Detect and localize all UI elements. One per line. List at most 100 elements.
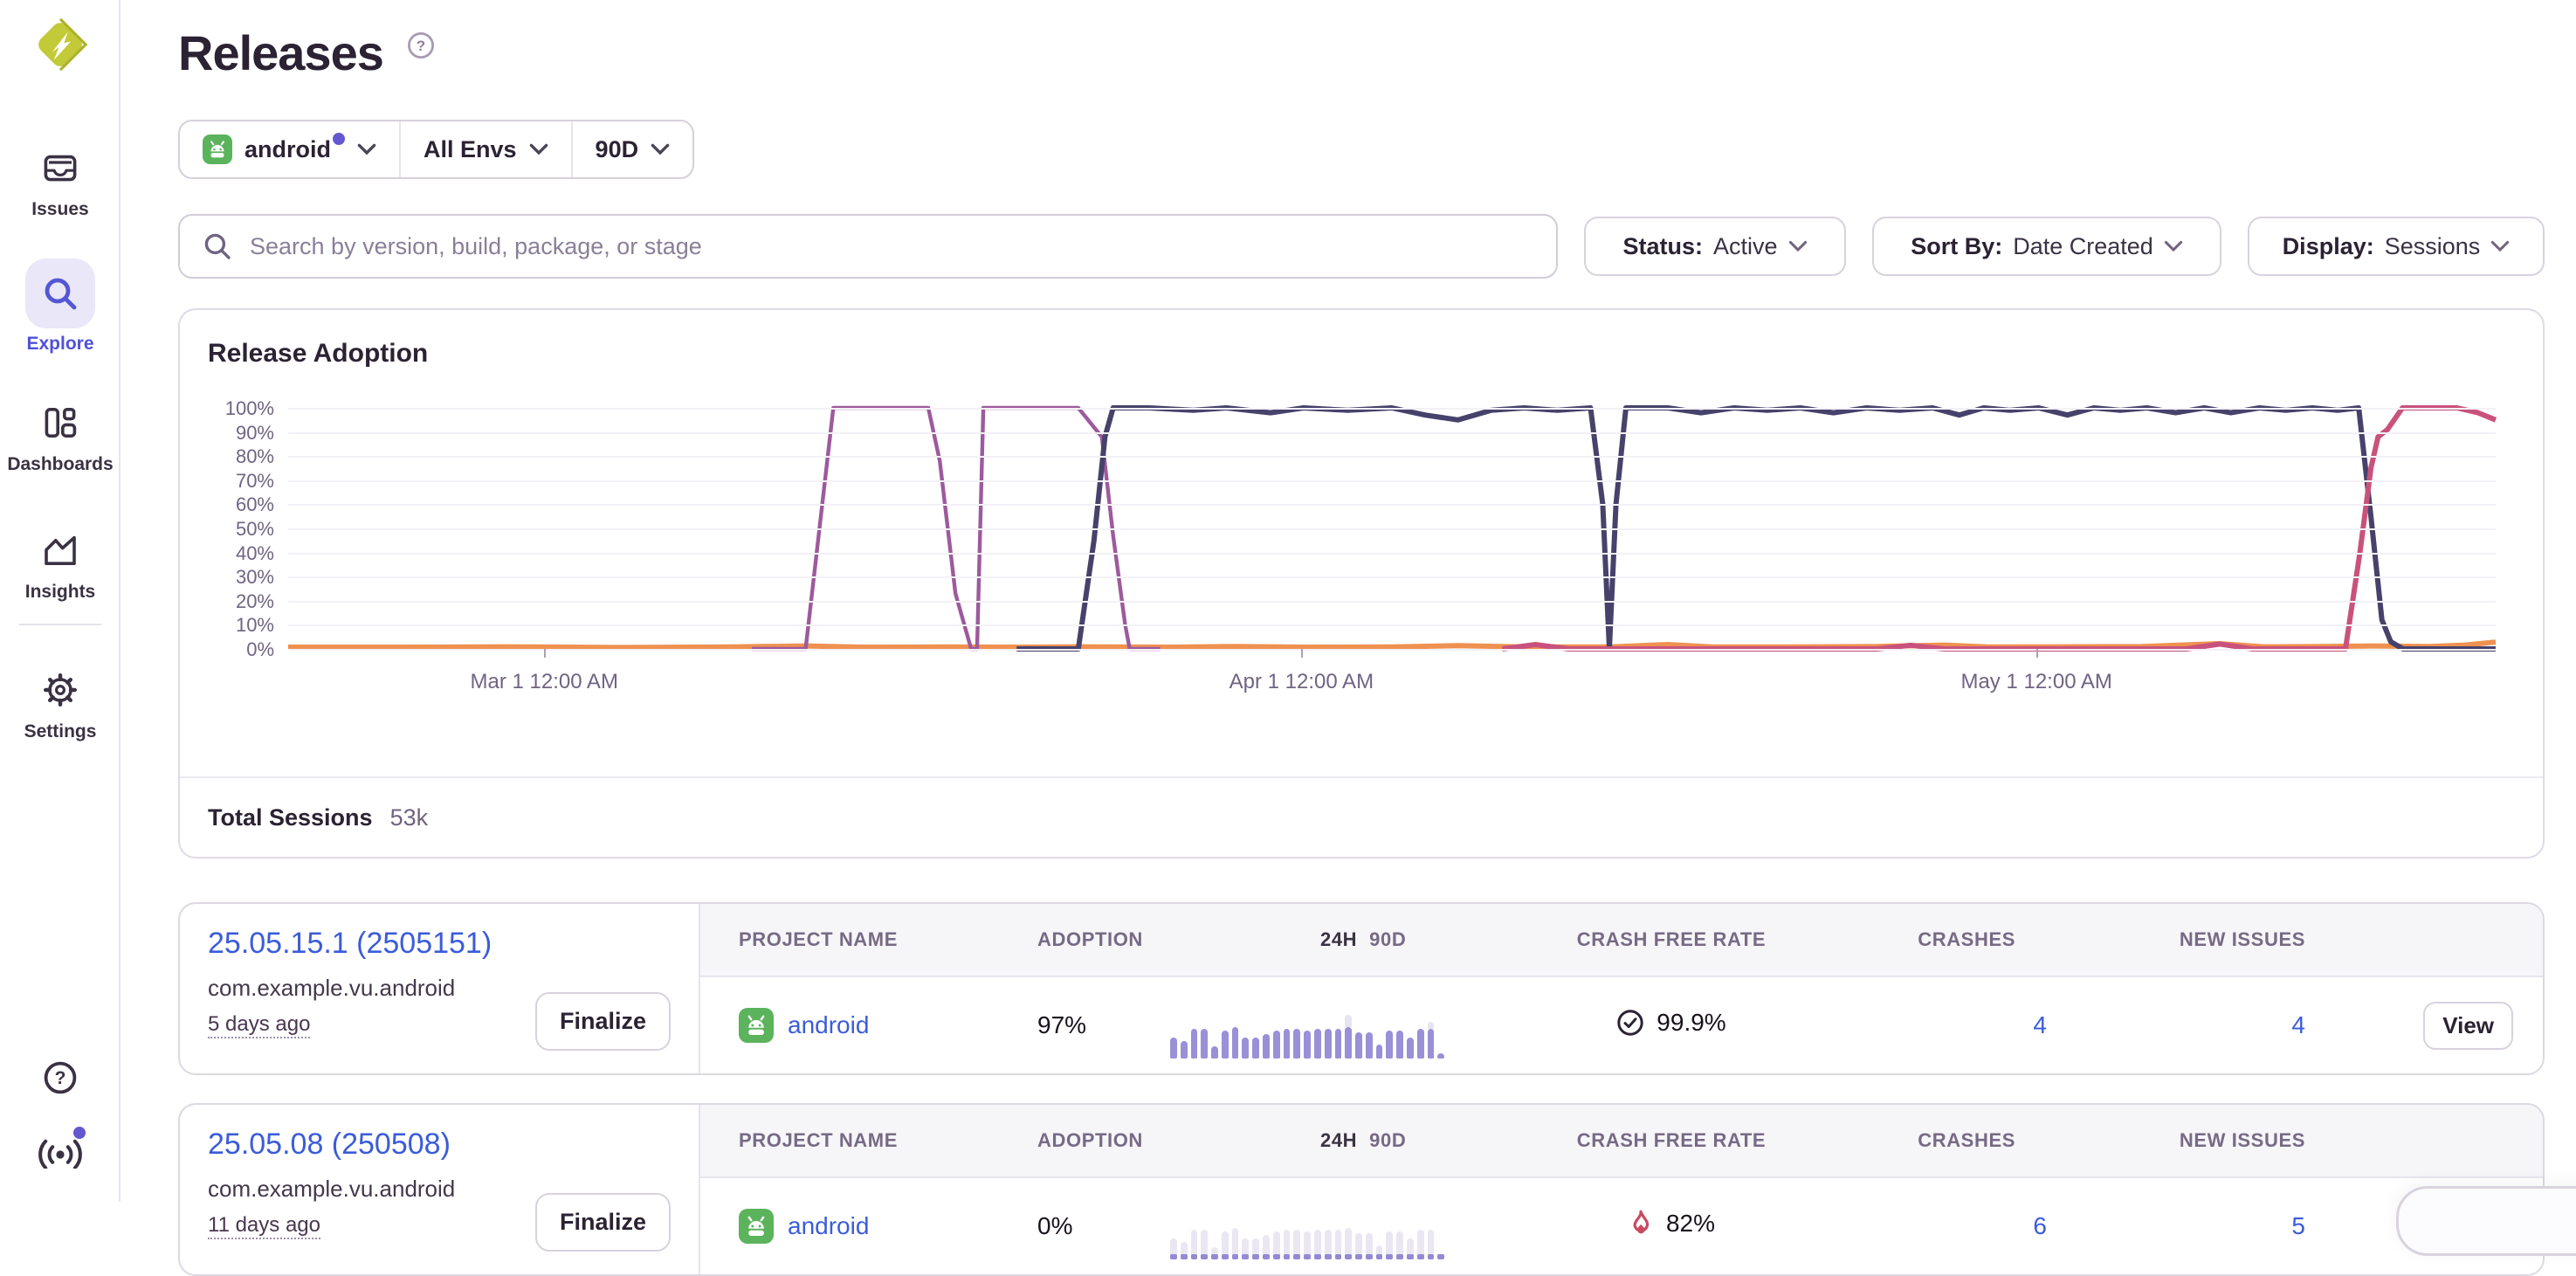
sparkline-bar [1304,1031,1311,1059]
col-crashes: CRASHES [1837,928,2064,951]
sparkline-bar [1407,1038,1414,1059]
y-gridline [288,601,2496,603]
environment-selector[interactable]: All Envs [399,121,571,177]
col-adoption: ADOPTION [1016,928,1170,951]
y-gridline [288,456,2496,458]
chart-title: Release Adoption [180,310,2543,373]
sort-by-dropdown-label: Sort By: [1911,233,2002,260]
sparkline-bar [1273,1031,1280,1059]
sparkline-bar [1345,1027,1352,1059]
project-selector[interactable]: android [180,121,399,177]
release-version-link[interactable]: 25.05.15.1 (2505151) [208,927,492,961]
sidebar-item-insights[interactable]: Insights [0,531,121,603]
release-version-link[interactable]: 25.05.08 (250508) [208,1128,451,1162]
chevron-down-icon [1788,240,1808,252]
release-table-row: android 0% 82% 6 5 View [700,1178,2543,1274]
page-help-button[interactable]: ? [407,31,435,66]
svg-text:?: ? [55,1068,66,1088]
search-input[interactable] [178,214,1558,279]
sparkline-bar [1437,1053,1444,1059]
sort-by-dropdown-value: Date Created [2013,233,2153,260]
col-crash-free-rate: CRASH FREE RATE [1505,1129,1837,1152]
sidebar-item-explore[interactable]: Explore [0,259,121,355]
release-age: 11 days ago [208,1213,320,1239]
finalize-button[interactable]: Finalize [535,1193,671,1252]
sidebar-item-issues[interactable]: Issues [0,148,121,220]
x-axis-tick-label: Mar 1 12:00 AM [422,670,666,694]
col-project-name: PROJECT NAME [700,928,1016,951]
release-table-header: PROJECT NAME ADOPTION 24H90D CRASH FREE … [700,1105,2543,1178]
status-dropdown[interactable]: Status: Active [1584,217,1846,276]
gear-icon [41,671,79,709]
explore-selected-pill [25,259,95,328]
sparkline-bar [1376,1245,1383,1259]
status-dropdown-value: Active [1713,233,1778,260]
notification-dot [73,1127,86,1139]
release-table-header: PROJECT NAME ADOPTION 24H90D CRASH FREE … [700,904,2543,977]
release-card: 25.05.08 (250508) com.example.vu.android… [178,1103,2545,1276]
android-project-icon [203,134,232,164]
col-24h-90d: 24H90D [1170,928,1505,951]
y-axis-tick-label: 40% [187,542,274,565]
y-gridline [288,624,2496,626]
page-title: Releases [178,24,383,81]
floating-widget-cutoff[interactable] [2396,1186,2576,1256]
y-axis-tick-label: 20% [187,590,274,613]
sparkline-bar [1284,1029,1291,1059]
sparkline-bar [1201,1029,1208,1059]
sidebar-divider [19,624,101,625]
new-issues-link[interactable]: 4 [2064,1011,2326,1039]
crashes-link[interactable]: 6 [1837,1212,2064,1240]
sparkline-bar [1314,1230,1321,1259]
y-gridline [288,576,2496,578]
display-dropdown-label: Display: [2283,233,2374,260]
adoption-chart[interactable]: 100%90%80%70%60%50%40%30%20%10%0%Mar 1 1… [288,408,2496,649]
project-link[interactable]: android [788,1011,869,1039]
search-icon [39,272,81,314]
svg-text:?: ? [417,38,425,54]
finalize-button[interactable]: Finalize [535,992,671,1051]
sparkline-bar [1222,1231,1229,1259]
sparkline-bar [1335,1029,1342,1059]
y-gridline [288,432,2496,434]
project-link[interactable]: android [788,1212,869,1240]
sidebar-item-settings[interactable]: Settings [0,671,121,742]
sentry-logo[interactable] [31,16,89,80]
android-project-icon [739,1209,774,1244]
whats-new-button[interactable] [0,1134,121,1176]
date-range-selector-label: 90D [596,136,639,163]
y-gridline [288,408,2496,410]
crashes-link[interactable]: 4 [1837,1011,2064,1039]
help-button[interactable]: ? [0,1057,121,1106]
chevron-down-icon [529,143,548,155]
release-adoption-panel: Release Adoption 100%90%80%70%60%50%40%3… [178,308,2545,859]
issues-icon [41,148,79,187]
sparkline-bar [1181,1242,1188,1259]
new-issues-link[interactable]: 5 [2064,1212,2326,1240]
sessions-sparkline[interactable] [1170,1210,1444,1259]
sidebar-item-dashboards[interactable]: Dashboards [0,403,121,475]
x-axis-tick-label: Apr 1 12:00 AM [1179,670,1423,694]
col-adoption: ADOPTION [1016,1129,1170,1152]
sparkline-bar [1417,1230,1424,1259]
sparkline-bar [1366,1233,1373,1259]
y-gridline [288,553,2496,555]
view-button[interactable]: View [2423,1002,2513,1050]
x-axis-tick-label: May 1 12:00 AM [1914,670,2159,694]
sparkline-bar-ghost-cap [1428,1022,1435,1029]
col-crashes: CRASHES [1837,1129,2064,1152]
date-range-selector[interactable]: 90D [571,121,693,177]
status-dropdown-label: Status: [1622,233,1703,260]
release-summary: 25.05.08 (250508) com.example.vu.android… [180,1105,700,1274]
sort-by-dropdown[interactable]: Sort By: Date Created [1872,217,2221,276]
search-container [178,214,1558,279]
sessions-sparkline[interactable] [1170,1010,1444,1059]
y-gridline [288,504,2496,506]
display-dropdown[interactable]: Display: Sessions [2248,217,2545,276]
sparkline-bar [1293,1230,1300,1259]
help-circle-icon: ? [407,31,435,59]
y-axis-tick-label: 50% [187,518,274,541]
col-new-issues: NEW ISSUES [2064,928,2326,951]
search-icon [203,231,232,261]
environment-selector-label: All Envs [424,136,517,163]
